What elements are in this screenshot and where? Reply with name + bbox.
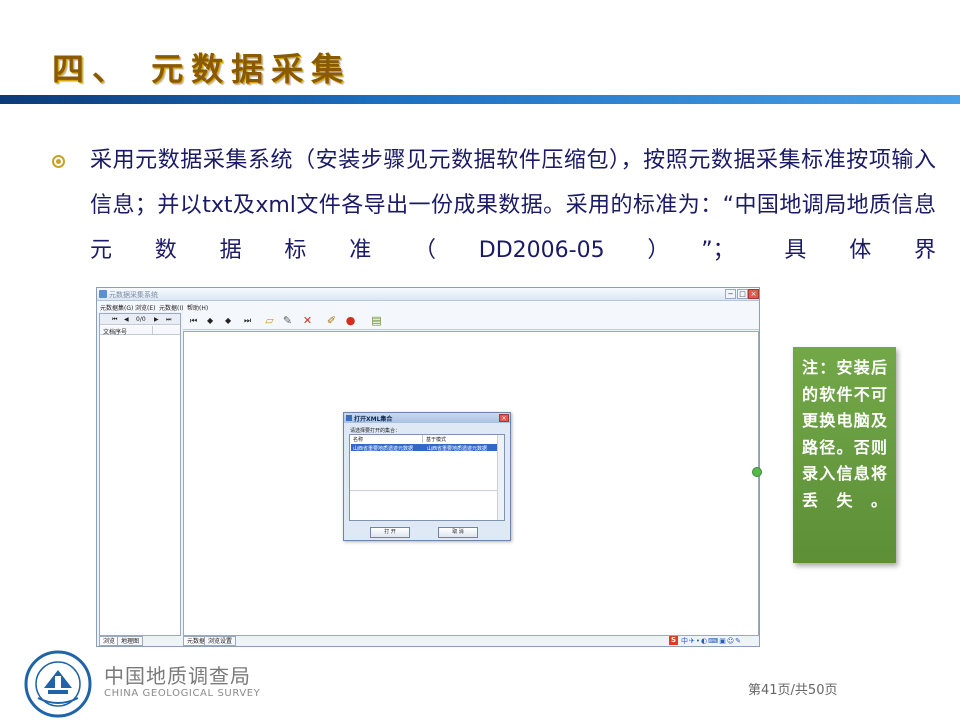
stop-icon[interactable]: ● xyxy=(344,315,357,327)
record-navigator: ⏮ ◀ 0/0 ▶ ⏭ xyxy=(100,314,180,325)
dialog-title: 打开XML集合 xyxy=(354,416,393,423)
first-icon[interactable]: ⏮ xyxy=(190,316,197,326)
open-xml-dialog: 打开XML集合 × 请选择要打开的集合： 名称 基于模式 山西省重要地质遗迹元数… xyxy=(343,412,511,541)
doc-number-column[interactable]: 文档序号 xyxy=(103,327,127,336)
menu-item-browse[interactable]: 浏览(E) xyxy=(135,303,155,312)
close-button[interactable]: × xyxy=(748,289,759,299)
prev-record-icon[interactable]: ◀ xyxy=(124,316,129,323)
dialog-icon xyxy=(346,415,352,421)
input-method-tray: S 中✈•◐⌨▣☺✎ xyxy=(669,636,759,646)
tray-icons[interactable]: 中✈•◐⌨▣☺✎ xyxy=(681,636,742,646)
list-scrollbar[interactable] xyxy=(497,435,504,520)
minimize-button[interactable]: − xyxy=(725,289,736,299)
tab-browse-settings[interactable]: 浏览设置 xyxy=(204,636,237,646)
collection-list[interactable]: 名称 基于模式 山西省重要地质遗迹元数据 山西省重要地质遗迹元数据 xyxy=(349,434,505,521)
dialog-prompt: 请选择要打开的集合： xyxy=(350,428,401,434)
record-list-panel: ⏮ ◀ 0/0 ▶ ⏭ 文档序号 xyxy=(99,313,181,636)
slide-title: 四、 元数据采集 xyxy=(52,50,352,88)
record-count: 0/0 xyxy=(136,316,146,323)
next-record-icon[interactable]: ▶ xyxy=(154,316,159,323)
mode-column-header[interactable]: 基于模式 xyxy=(426,436,446,443)
menu-item-collection[interactable]: 元数据集(G) xyxy=(100,303,133,312)
cancel-button[interactable]: 取 消 xyxy=(438,527,478,538)
bullet-icon xyxy=(52,155,65,168)
dialog-titlebar: 打开XML集合 × xyxy=(344,413,510,423)
title-divider-bar xyxy=(0,95,960,104)
org-name-english: CHINA GEOLOGICAL SURVEY xyxy=(104,688,261,699)
record-list-header: 文档序号 xyxy=(100,326,180,336)
selected-row-name: 山西省重要地质遗迹元数据 xyxy=(353,446,414,452)
maximize-button[interactable]: □ xyxy=(737,289,748,299)
page-number: 第41页/共50页 xyxy=(748,683,838,698)
open-folder-icon[interactable]: ▱ xyxy=(263,315,276,327)
dialog-close-button[interactable]: × xyxy=(499,414,509,422)
menu-item-help[interactable]: 帮助(H) xyxy=(187,303,208,312)
cgs-seal-icon xyxy=(24,650,92,718)
open-button[interactable]: 打 开 xyxy=(370,527,410,538)
app-icon xyxy=(99,290,107,298)
last-icon[interactable]: ⏭ xyxy=(244,316,251,326)
document-icon[interactable]: ▤ xyxy=(370,315,383,327)
last-record-icon[interactable]: ⏭ xyxy=(166,316,171,324)
sogou-icon[interactable]: S xyxy=(669,636,678,645)
tab-map[interactable]: 地理图 xyxy=(117,636,144,646)
left-panel-tabs: 浏览 地理图 xyxy=(99,636,181,646)
edit-icon[interactable]: ✐ xyxy=(325,315,338,327)
green-dot-icon xyxy=(752,467,762,477)
list-item-selected[interactable]: 山西省重要地质遗迹元数据 山西省重要地质遗迹元数据 xyxy=(351,444,497,452)
next-icon[interactable]: ◆ xyxy=(225,316,231,326)
first-record-icon[interactable]: ⏮ xyxy=(112,316,117,324)
window-title: 元数据采集系统 xyxy=(109,291,158,299)
menu-bar: 元数据集(G) 浏览(E) 元数据(I) 帮助(H) xyxy=(97,301,759,312)
tab-browse[interactable]: 浏览 xyxy=(99,636,120,646)
app-window: 元数据采集系统 − □ × 元数据集(G) 浏览(E) 元数据(I) 帮助(H)… xyxy=(96,287,760,647)
window-titlebar: 元数据采集系统 − □ × xyxy=(97,288,759,301)
main-toolbar: ⏮ ◆ ◆ ⏭ ▱ ✎ ✕ ✐ ● ▤ xyxy=(183,312,759,330)
name-column-header[interactable]: 名称 xyxy=(353,436,363,443)
prev-icon[interactable]: ◆ xyxy=(207,316,213,326)
menu-item-metadata[interactable]: 元数据(I) xyxy=(159,303,183,312)
note-callout: 注：安装后的软件不可更换电脑及路径。否则录入信息将丢失。 xyxy=(793,347,896,563)
bullet-text: 采用元数据采集系统（安装步骤见元数据软件压缩包），按照元数据采集标准按项输入信息… xyxy=(90,148,936,263)
delete-icon[interactable]: ✕ xyxy=(301,315,314,327)
selected-row-mode: 山西省重要地质遗迹元数据 xyxy=(427,446,488,452)
org-name-chinese: 中国地质调查局 xyxy=(104,664,251,688)
tools-icon[interactable]: ✎ xyxy=(281,315,294,327)
